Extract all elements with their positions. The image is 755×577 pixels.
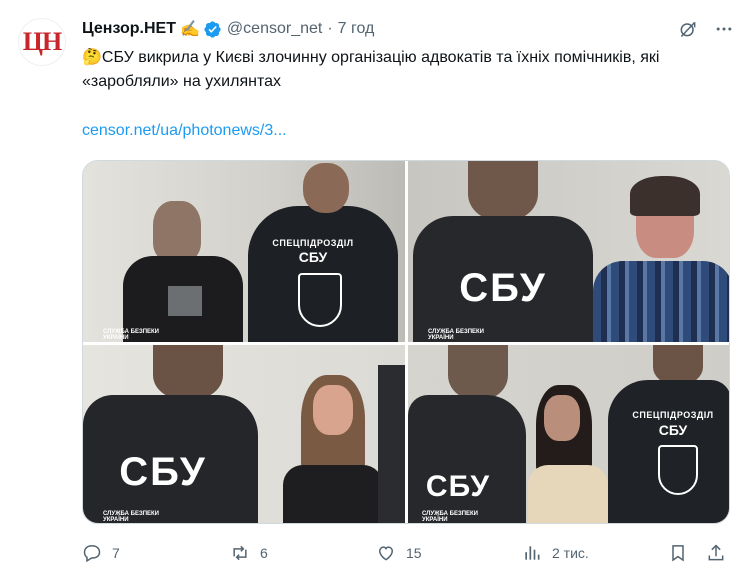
tweet-time[interactable]: 7 год — [338, 20, 375, 38]
vest-big: СБУ — [425, 470, 491, 503]
views-bar-chart-icon — [525, 546, 540, 560]
verified-badge-icon[interactable] — [203, 20, 222, 39]
tweet-link[interactable]: censor.net/ua/photonews/3... — [82, 122, 287, 140]
person-light-top — [528, 465, 608, 523]
views-count: 2 тис. — [552, 545, 589, 561]
avatar[interactable]: ЦН — [18, 18, 66, 66]
repost-button[interactable]: 6 — [230, 540, 268, 566]
officer-head-right — [653, 345, 703, 385]
photo-1[interactable]: СПЕЦПІДРОЗДІЛ СБУ СЛУЖБА БЕЗПЕКИ УКРАЇНИ — [83, 161, 405, 342]
reply-icon — [83, 545, 101, 563]
separator-dot: · — [327, 20, 333, 37]
reply-count: 7 — [112, 545, 120, 561]
officer-right — [378, 365, 405, 523]
photo-3[interactable]: СБУ СЛУЖБА БЕЗПЕКИ УКРАЇНИ — [83, 345, 405, 523]
reply-button[interactable]: 7 — [82, 540, 120, 566]
person-blurred-face — [544, 395, 580, 441]
officer-head — [468, 161, 538, 221]
vest-title: СПЕЦПІДРОЗДІЛ — [272, 238, 354, 248]
vest-sub: СБУ — [658, 422, 688, 438]
heart-icon — [378, 546, 394, 561]
officer-head — [448, 345, 508, 400]
share-button[interactable] — [706, 540, 726, 566]
share-icon — [708, 544, 724, 561]
photo-4[interactable]: СБУ СПЕЦПІДРОЗДІЛ СБУ СЛУЖБА БЕЗПЕКИ УКР… — [408, 345, 729, 523]
watermark: СЛУЖБА БЕЗПЕКИ УКРАЇНИ — [428, 329, 484, 341]
action-bar: 7 6 15 2 тис. — [82, 540, 732, 566]
bookmark-button[interactable] — [668, 540, 688, 566]
tweet-header: Цензор.НЕТ ✍️ @censor_net · 7 год — [82, 16, 735, 42]
header-icons — [677, 16, 735, 42]
watermark: СЛУЖБА БЕЗПЕКИ УКРАЇНИ — [103, 511, 159, 523]
emblem-icon — [298, 273, 342, 327]
like-count: 15 — [406, 545, 422, 561]
shirt-print — [168, 286, 202, 316]
person-dark-top — [283, 465, 383, 523]
tweet-text: 🤔СБУ викрила у Києві злочинну організаці… — [82, 46, 737, 94]
repost-icon — [233, 545, 247, 561]
tweet[interactable]: ЦН Цензор.НЕТ ✍️ @censor_net · 7 год 🤔СБ… — [0, 0, 755, 577]
tweet-body: СБУ викрила у Києві злочинну організацію… — [82, 49, 660, 90]
like-button[interactable]: 15 — [376, 540, 422, 566]
watermark: СЛУЖБА БЕЗПЕКИ УКРАЇНИ — [422, 511, 478, 523]
photo-2[interactable]: СБУ СЛУЖБА БЕЗПЕКИ УКРАЇНИ — [408, 161, 729, 342]
person-plaid-shirt — [593, 261, 729, 342]
grok-icon[interactable] — [677, 18, 699, 40]
bookmark-icon — [672, 545, 684, 562]
repost-count: 6 — [260, 545, 268, 561]
author-name[interactable]: Цензор.НЕТ — [82, 20, 176, 38]
more-icon[interactable] — [713, 18, 735, 40]
vest-title: СПЕЦПІДРОЗДІЛ — [632, 410, 714, 420]
officer-head — [303, 163, 349, 213]
thinking-face-emoji: 🤔 — [82, 49, 102, 66]
media-grid: СПЕЦПІДРОЗДІЛ СБУ СЛУЖБА БЕЗПЕКИ УКРАЇНИ… — [82, 160, 730, 524]
officer-head — [153, 345, 223, 400]
writing-hand-emoji: ✍️ — [180, 21, 200, 38]
emblem-icon — [658, 445, 698, 495]
vest-sub: СБУ — [298, 249, 328, 265]
author-handle[interactable]: @censor_net — [227, 20, 322, 38]
officer-back — [408, 395, 526, 523]
person-hair — [630, 176, 700, 216]
views-button[interactable]: 2 тис. — [522, 540, 589, 566]
person-blurred-face — [153, 201, 201, 261]
person-blurred-face — [313, 385, 353, 435]
watermark: СЛУЖБА БЕЗПЕКИ УКРАЇНИ — [103, 329, 159, 341]
vest-big: СБУ — [119, 450, 207, 494]
vest-big: СБУ — [459, 266, 547, 310]
